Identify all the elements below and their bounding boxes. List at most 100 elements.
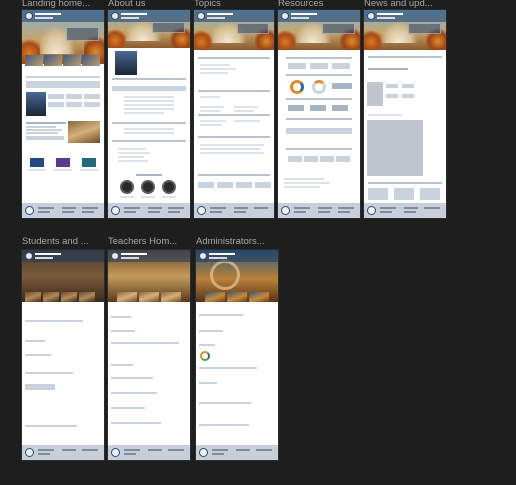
- resource-tile[interactable]: [288, 156, 302, 162]
- text-line: [200, 64, 230, 66]
- section-divider: [112, 122, 186, 124]
- text-line: [200, 144, 264, 146]
- frame-title-news-and-updates[interactable]: News and upd...: [364, 0, 448, 9]
- frame-title-landing-home[interactable]: Landing home...: [22, 0, 106, 9]
- text-line: [200, 106, 224, 108]
- team-member-avatar: [162, 180, 176, 194]
- news-card[interactable]: [386, 84, 398, 88]
- footer: [196, 445, 278, 460]
- text-line: [200, 124, 222, 126]
- administrators-icon[interactable]: [82, 158, 96, 167]
- resource-button[interactable]: [332, 105, 348, 111]
- progress-ring-icon: [312, 80, 326, 94]
- text-line: [368, 68, 408, 70]
- text-line: [118, 160, 148, 162]
- footer: [22, 203, 104, 218]
- text-line: [111, 392, 157, 394]
- text-line: [26, 122, 66, 124]
- news-card[interactable]: [394, 188, 414, 200]
- text-line: [124, 108, 174, 110]
- section-divider: [198, 90, 270, 92]
- logo-icon: [111, 12, 119, 20]
- section-divider: [112, 140, 186, 142]
- text-line: [234, 106, 258, 108]
- text-line: [124, 96, 174, 98]
- text-line: [25, 320, 83, 322]
- frame-title-resources[interactable]: Resources: [278, 0, 360, 9]
- text-line: [26, 132, 58, 134]
- frame-title-teachers-home[interactable]: Teachers Hom...: [108, 236, 192, 247]
- text-line: [199, 402, 251, 404]
- stat-button[interactable]: [332, 83, 352, 89]
- section-divider: [198, 136, 270, 138]
- frame-title-administrators[interactable]: Administrators...: [196, 236, 278, 247]
- frame-administrators[interactable]: [196, 250, 278, 460]
- students-icon[interactable]: [30, 158, 44, 167]
- frame-landing-home[interactable]: [22, 10, 104, 218]
- nav-bar: [108, 250, 190, 262]
- logo-icon: [199, 252, 207, 260]
- frame-students[interactable]: [22, 250, 104, 460]
- hero-banner: [194, 10, 274, 50]
- frame-topics[interactable]: [194, 10, 274, 218]
- text-line: [54, 169, 72, 171]
- topic-button[interactable]: [217, 182, 233, 188]
- news-card[interactable]: [420, 188, 440, 200]
- teachers-icon[interactable]: [56, 158, 70, 167]
- thumbnail: [61, 292, 77, 302]
- resource-tile[interactable]: [332, 63, 350, 69]
- frame-teachers-home[interactable]: [108, 250, 190, 460]
- section-divider: [112, 78, 186, 80]
- news-card[interactable]: [402, 94, 414, 98]
- thumbnail: [117, 292, 137, 302]
- info-block: [26, 136, 64, 140]
- footer: [22, 445, 104, 460]
- frame-resources[interactable]: [278, 10, 360, 218]
- resource-button[interactable]: [310, 105, 326, 111]
- news-card[interactable]: [368, 188, 388, 200]
- logo-icon: [197, 12, 205, 20]
- frame-title-students[interactable]: Students and ...: [22, 236, 106, 247]
- thumbnail: [25, 292, 41, 302]
- logo-icon: [367, 12, 375, 20]
- card[interactable]: [66, 94, 82, 99]
- card[interactable]: [84, 94, 100, 99]
- frame-title-about-us[interactable]: About us: [108, 0, 190, 9]
- resource-button[interactable]: [288, 105, 304, 111]
- section-divider: [368, 182, 442, 184]
- card[interactable]: [48, 102, 64, 107]
- frame-news-and-updates[interactable]: [364, 10, 446, 218]
- seal-icon: [367, 206, 376, 215]
- text-line: [199, 424, 249, 426]
- info-banner: [286, 128, 352, 134]
- thumbnail: [227, 292, 247, 302]
- resource-tile[interactable]: [336, 156, 350, 162]
- logo-icon: [25, 12, 33, 20]
- nav-bar: [194, 10, 274, 22]
- topic-button[interactable]: [236, 182, 252, 188]
- topic-button[interactable]: [255, 182, 271, 188]
- card[interactable]: [66, 102, 82, 107]
- frame-about-us[interactable]: [108, 10, 190, 218]
- card[interactable]: [84, 102, 100, 107]
- resource-tile[interactable]: [320, 156, 334, 162]
- card[interactable]: [48, 94, 64, 99]
- nav-bar: [108, 10, 190, 22]
- resource-tile[interactable]: [288, 63, 306, 69]
- team-member-avatar: [120, 180, 134, 194]
- text-line: [111, 422, 161, 424]
- section-divider: [198, 174, 270, 176]
- thumbnail: [43, 292, 59, 302]
- resource-tile[interactable]: [310, 63, 328, 69]
- news-card[interactable]: [402, 84, 414, 88]
- frame-title-topics[interactable]: Topics: [194, 0, 274, 9]
- resource-tile[interactable]: [304, 156, 318, 162]
- text-line: [111, 330, 135, 332]
- news-card[interactable]: [386, 94, 398, 98]
- text-line: [200, 72, 228, 74]
- text-line: [124, 100, 174, 102]
- thumbnail: [249, 292, 269, 302]
- text-line: [111, 407, 145, 409]
- text-line: [200, 152, 264, 154]
- topic-button[interactable]: [198, 182, 214, 188]
